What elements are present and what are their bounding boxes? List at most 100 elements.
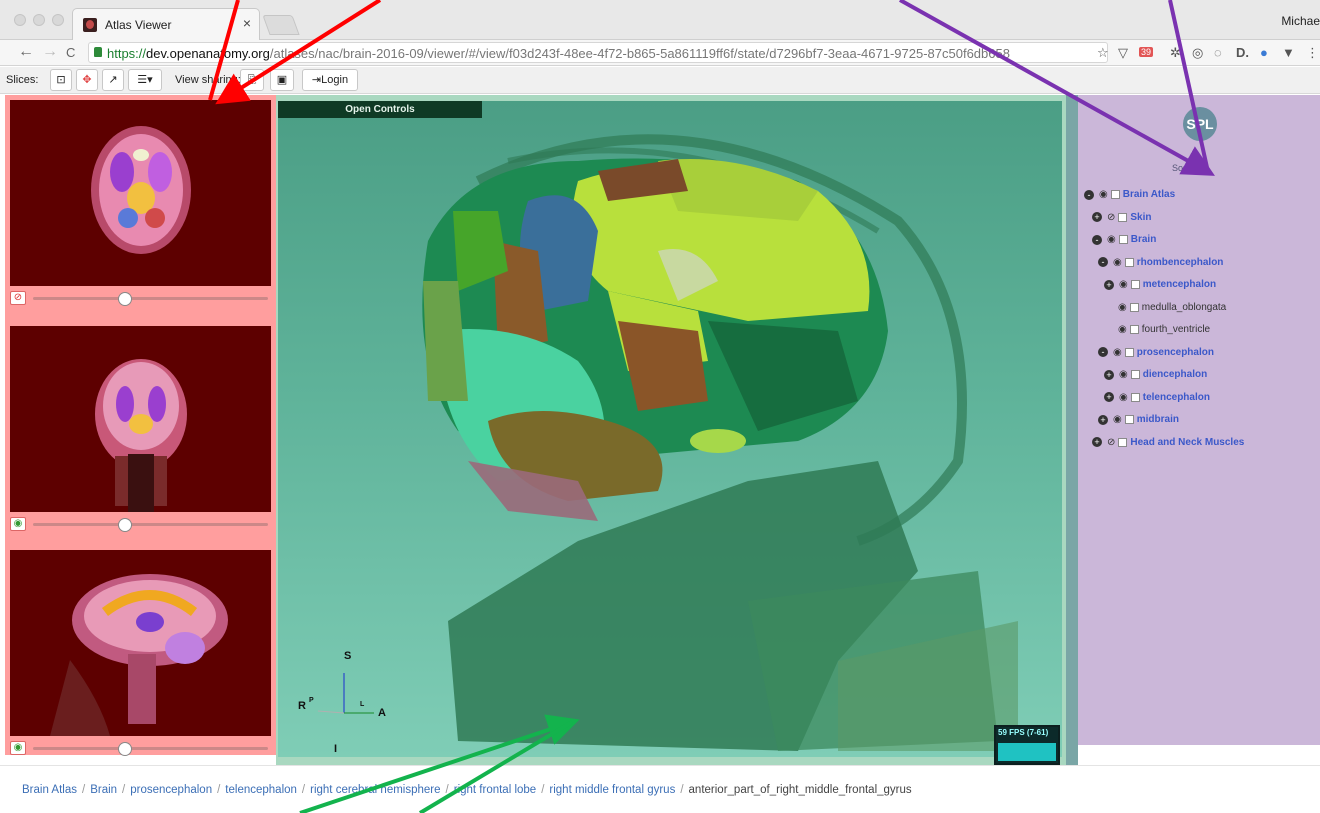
eye-icon[interactable]: ◉ [1119,392,1128,403]
tree-item[interactable]: + ⊘ Head and Neck Muscles [1092,437,1244,453]
coronal-slider-track[interactable] [33,523,268,526]
breadcrumb-link[interactable]: Brain [90,784,117,796]
eye-icon[interactable]: ◉ [1113,347,1122,358]
settings-gear-icon[interactable]: ✲ [1170,45,1181,61]
eye-hidden-icon[interactable]: ⊘ [1107,212,1115,223]
url-field[interactable]: https://dev.openanatomy.org/atlases/nac/… [88,42,1108,63]
tree-item-label[interactable]: medulla_oblongata [1142,302,1227,313]
tree-item-checkbox[interactable] [1124,257,1134,267]
tree-item[interactable]: + ⊘ Skin [1092,212,1152,228]
collapse-icon[interactable]: - [1098,257,1108,267]
tree-item-checkbox[interactable] [1130,392,1140,402]
tree-item-checkbox[interactable] [1124,347,1134,357]
tree-item-checkbox[interactable] [1129,302,1139,312]
tree-item-label[interactable]: prosencephalon [1137,347,1214,358]
coronal-slider-knob[interactable] [117,518,132,532]
tree-item-checkbox[interactable] [1129,325,1139,334]
tree-item[interactable]: + ◉ metencephalon [1104,279,1216,295]
tree-item-checkbox[interactable] [1118,437,1128,447]
sagittal-slider-knob[interactable] [117,742,132,756]
eye-icon[interactable]: ◉ [1118,302,1127,313]
tree-item-label[interactable]: Brain Atlas [1123,189,1175,200]
tree-item[interactable]: - ◉ Brain [1092,234,1156,250]
collapse-icon[interactable]: - [1092,234,1102,245]
menu-icon[interactable]: ⋮ [1306,45,1319,61]
extension-icon[interactable]: ◎ [1192,45,1203,61]
eye-icon[interactable]: ◉ [1118,324,1127,335]
tree-item-label[interactable]: midbrain [1137,414,1179,425]
minimize-window-button[interactable] [33,14,45,26]
breadcrumb-link[interactable]: telencephalon [225,784,297,796]
tree-item[interactable]: ◉ fourth_ventricle [1118,324,1210,340]
expand-icon[interactable]: + [1092,437,1102,447]
tree-item-checkbox[interactable] [1118,235,1128,244]
spl-logo[interactable]: SPL [1183,107,1217,141]
tree-item-label[interactable]: metencephalon [1143,279,1216,290]
new-tab-button[interactable] [262,15,300,35]
tree-item[interactable]: + ◉ telencephalon [1104,392,1210,408]
sagittal-slice-view[interactable] [10,550,271,736]
eye-icon[interactable]: ◉ [10,517,26,531]
expand-icon[interactable]: + [1098,414,1108,425]
breadcrumb-link[interactable]: right cerebral hemisphere [310,784,440,796]
tree-item-label[interactable]: diencephalon [1143,369,1207,380]
tree-item-label[interactable]: rhombencephalon [1137,257,1224,268]
eye-hidden-icon[interactable]: ⊘ [10,291,26,305]
login-button[interactable]: ⇥Login [302,69,358,91]
expand-icon[interactable]: + [1092,212,1102,222]
tab-close-icon[interactable]: × [243,15,251,31]
axial-slider-track[interactable] [33,297,268,300]
expand-icon[interactable]: + [1104,392,1114,402]
breadcrumb-link[interactable]: right frontal lobe [454,784,536,796]
eye-icon[interactable]: ◉ [10,741,26,755]
filter-extension-icon[interactable]: ▼ [1282,45,1295,60]
pointer-tool-button[interactable]: ↗ [102,69,124,91]
coronal-slice-view[interactable] [10,326,271,512]
tree-item-label[interactable]: Head and Neck Muscles [1130,437,1244,448]
axial-slider-knob[interactable] [117,292,132,306]
eye-icon[interactable]: ◉ [1113,257,1122,268]
collapse-icon[interactable]: - [1098,347,1108,357]
maximize-window-button[interactable] [52,14,64,26]
axial-slice-view[interactable] [10,100,271,286]
tree-item-label[interactable]: fourth_ventricle [1142,324,1210,335]
d-extension-icon[interactable]: D. [1236,45,1249,60]
3d-render-canvas[interactable] [278,101,1062,757]
profile-name[interactable]: Michae [1281,14,1320,28]
open-controls-button[interactable]: Open Controls [278,101,482,118]
eye-icon[interactable]: ◉ [1119,279,1128,290]
shield-extension-icon[interactable]: ◌ [1214,45,1222,60]
sagittal-slider-track[interactable] [33,747,268,750]
eye-icon[interactable]: ◉ [1119,369,1128,380]
tree-item-checkbox[interactable] [1124,415,1134,424]
browser-tab[interactable]: Atlas Viewer × [72,8,260,40]
back-arrow-icon[interactable]: ← [18,43,34,61]
pocket-icon[interactable]: ▽ [1118,45,1128,61]
reload-icon[interactable]: C [66,45,75,60]
tree-item-checkbox[interactable] [1110,190,1120,199]
tree-item[interactable]: + ◉ diencephalon [1104,369,1207,385]
blue-extension-icon[interactable]: ● [1260,45,1268,60]
eye-icon[interactable]: ◉ [1099,189,1108,200]
close-window-button[interactable] [14,14,26,26]
tree-item-label[interactable]: Skin [1130,212,1151,223]
logo-caption[interactable]: Source [1172,163,1201,173]
share-link-button[interactable]: ⎘ [240,69,264,91]
expand-icon[interactable]: + [1104,279,1114,290]
breadcrumb-link[interactable]: Brain Atlas [22,784,77,796]
breadcrumb-link[interactable]: prosencephalon [130,784,212,796]
tree-item-checkbox[interactable] [1118,212,1128,222]
extension-badge[interactable]: 39 [1139,47,1154,57]
collapse-icon[interactable]: - [1084,189,1094,200]
bookmark-star-icon[interactable]: ☆ [1097,45,1109,61]
fps-meter[interactable]: 59 FPS (7-61) [994,725,1060,765]
tree-item[interactable]: - ◉ prosencephalon [1098,347,1214,363]
tree-item[interactable]: ◉ medulla_oblongata [1118,302,1226,318]
tree-item[interactable]: + ◉ midbrain [1098,414,1179,430]
forward-arrow-icon[interactable]: → [42,43,58,61]
slice-frame-button[interactable]: ⊡ [50,69,72,91]
screenshot-button[interactable]: ▣ [270,69,294,91]
expand-icon[interactable]: + [1104,369,1114,380]
tree-item[interactable]: - ◉ rhombencephalon [1098,257,1223,273]
tree-item-checkbox[interactable] [1130,370,1140,379]
